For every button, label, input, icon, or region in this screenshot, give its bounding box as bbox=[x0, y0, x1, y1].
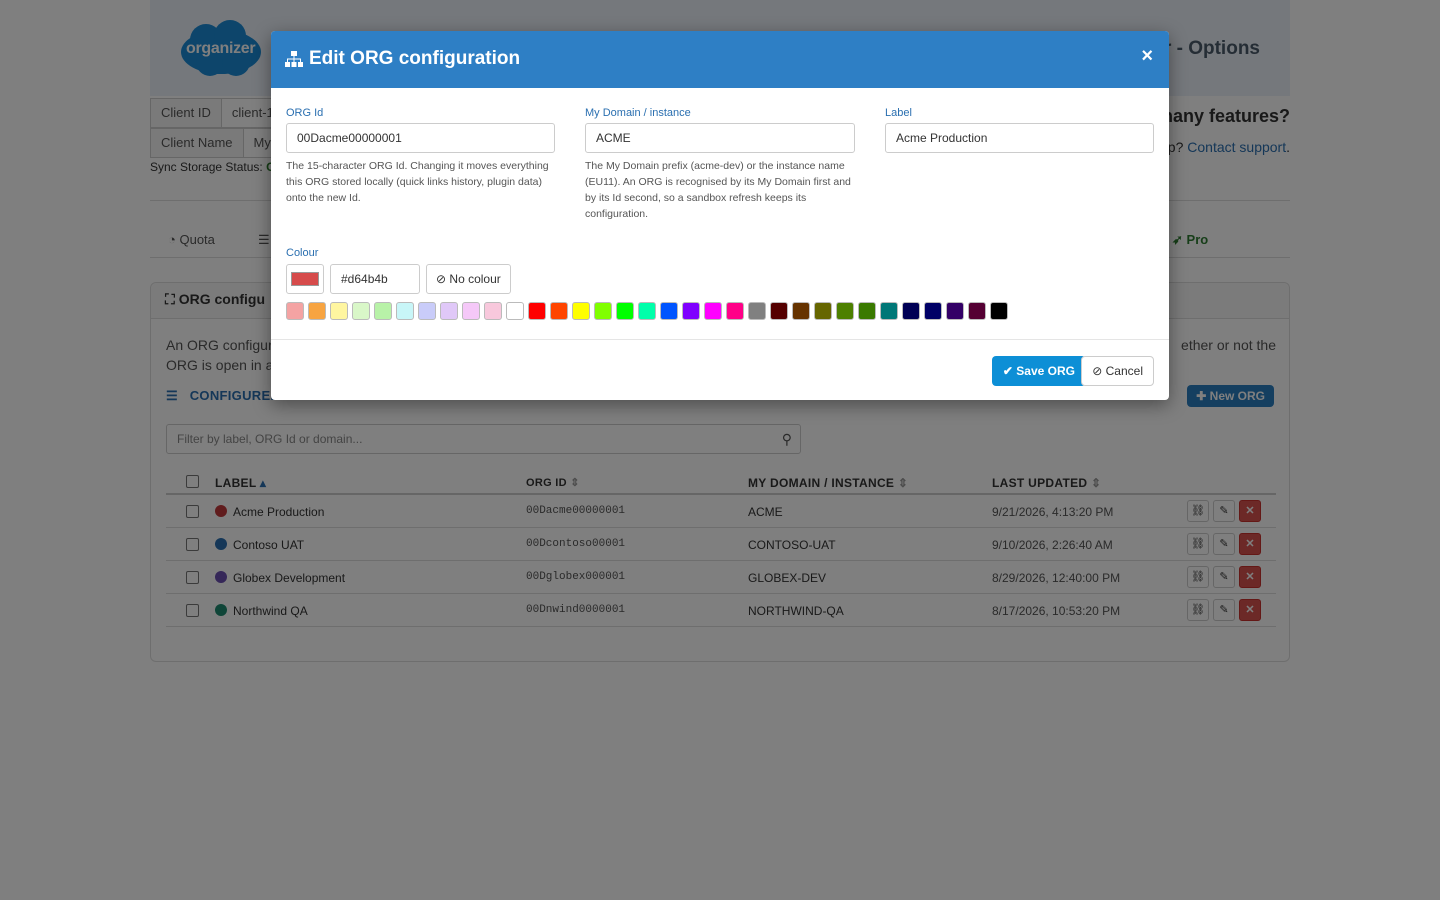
colour-swatch[interactable] bbox=[704, 302, 722, 320]
org-id-input[interactable]: 00Dacme00000001 bbox=[286, 123, 555, 153]
colour-hex-input[interactable]: #d64b4b bbox=[330, 264, 420, 294]
domain-label: My Domain / instance bbox=[585, 107, 691, 119]
colour-swatch[interactable] bbox=[858, 302, 876, 320]
colour-swatch[interactable] bbox=[440, 302, 458, 320]
colour-swatch[interactable] bbox=[462, 302, 480, 320]
colour-picker-button[interactable] bbox=[286, 264, 324, 294]
colour-label: Colour bbox=[286, 247, 319, 259]
colour-swatch[interactable] bbox=[880, 302, 898, 320]
close-icon[interactable]: × bbox=[1141, 45, 1153, 68]
dialog-title: Edit ORG configuration bbox=[285, 48, 520, 70]
colour-swatch[interactable] bbox=[638, 302, 656, 320]
colour-swatch[interactable] bbox=[814, 302, 832, 320]
colour-swatch[interactable] bbox=[330, 302, 348, 320]
colour-swatch[interactable] bbox=[748, 302, 766, 320]
dialog-title-text: Edit ORG configuration bbox=[309, 48, 521, 69]
ban-icon: ⊘ bbox=[436, 272, 447, 286]
domain-input[interactable]: ACME bbox=[585, 123, 855, 153]
colour-swatch[interactable] bbox=[990, 302, 1008, 320]
colour-swatch[interactable] bbox=[660, 302, 678, 320]
cancel-button[interactable]: ⊘ Cancel bbox=[1081, 356, 1154, 386]
colour-swatch[interactable] bbox=[572, 302, 590, 320]
dialog-header: Edit ORG configuration × bbox=[271, 31, 1169, 88]
colour-swatch[interactable] bbox=[770, 302, 788, 320]
colour-swatch[interactable] bbox=[352, 302, 370, 320]
colour-swatch[interactable] bbox=[924, 302, 942, 320]
save-org-label: Save ORG bbox=[1016, 364, 1075, 378]
colour-swatch[interactable] bbox=[792, 302, 810, 320]
selected-colour-swatch bbox=[291, 272, 319, 286]
colour-swatch[interactable] bbox=[682, 302, 700, 320]
colour-swatch[interactable] bbox=[946, 302, 964, 320]
sitemap-icon bbox=[285, 51, 303, 67]
colour-swatch[interactable] bbox=[968, 302, 986, 320]
ban-icon: ⊘ bbox=[1092, 364, 1103, 378]
colour-swatch[interactable] bbox=[594, 302, 612, 320]
cancel-label: Cancel bbox=[1105, 364, 1143, 378]
org-id-label: ORG Id bbox=[286, 107, 324, 119]
save-org-button[interactable]: ✔ Save ORG bbox=[991, 356, 1086, 386]
domain-help: The My Domain prefix (acme-dev) or the i… bbox=[585, 160, 851, 220]
edit-org-dialog: Edit ORG configuration × ORG Id 00Dacme0… bbox=[271, 31, 1169, 400]
colour-swatch[interactable] bbox=[726, 302, 744, 320]
colour-swatch[interactable] bbox=[550, 302, 568, 320]
colour-swatch[interactable] bbox=[528, 302, 546, 320]
label-field-label: Label bbox=[885, 107, 912, 119]
label-input[interactable]: Acme Production bbox=[885, 123, 1154, 153]
colour-swatch[interactable] bbox=[616, 302, 634, 320]
colour-swatch[interactable] bbox=[836, 302, 854, 320]
colour-swatch[interactable] bbox=[484, 302, 502, 320]
colour-swatch[interactable] bbox=[286, 302, 304, 320]
no-colour-button[interactable]: ⊘ No colour bbox=[426, 264, 511, 294]
colour-swatch[interactable] bbox=[308, 302, 326, 320]
no-colour-label: No colour bbox=[449, 272, 501, 286]
colour-swatch[interactable] bbox=[396, 302, 414, 320]
dialog-footer: ✔ Save ORG ⊘ Cancel bbox=[271, 339, 1169, 400]
colour-swatch[interactable] bbox=[418, 302, 436, 320]
colour-swatch[interactable] bbox=[506, 302, 524, 320]
colour-palette bbox=[286, 302, 1008, 320]
org-id-help: The 15-character ORG Id. Changing it mov… bbox=[286, 160, 549, 204]
check-icon: ✔ bbox=[1002, 364, 1013, 378]
colour-swatch[interactable] bbox=[374, 302, 392, 320]
colour-swatch[interactable] bbox=[902, 302, 920, 320]
